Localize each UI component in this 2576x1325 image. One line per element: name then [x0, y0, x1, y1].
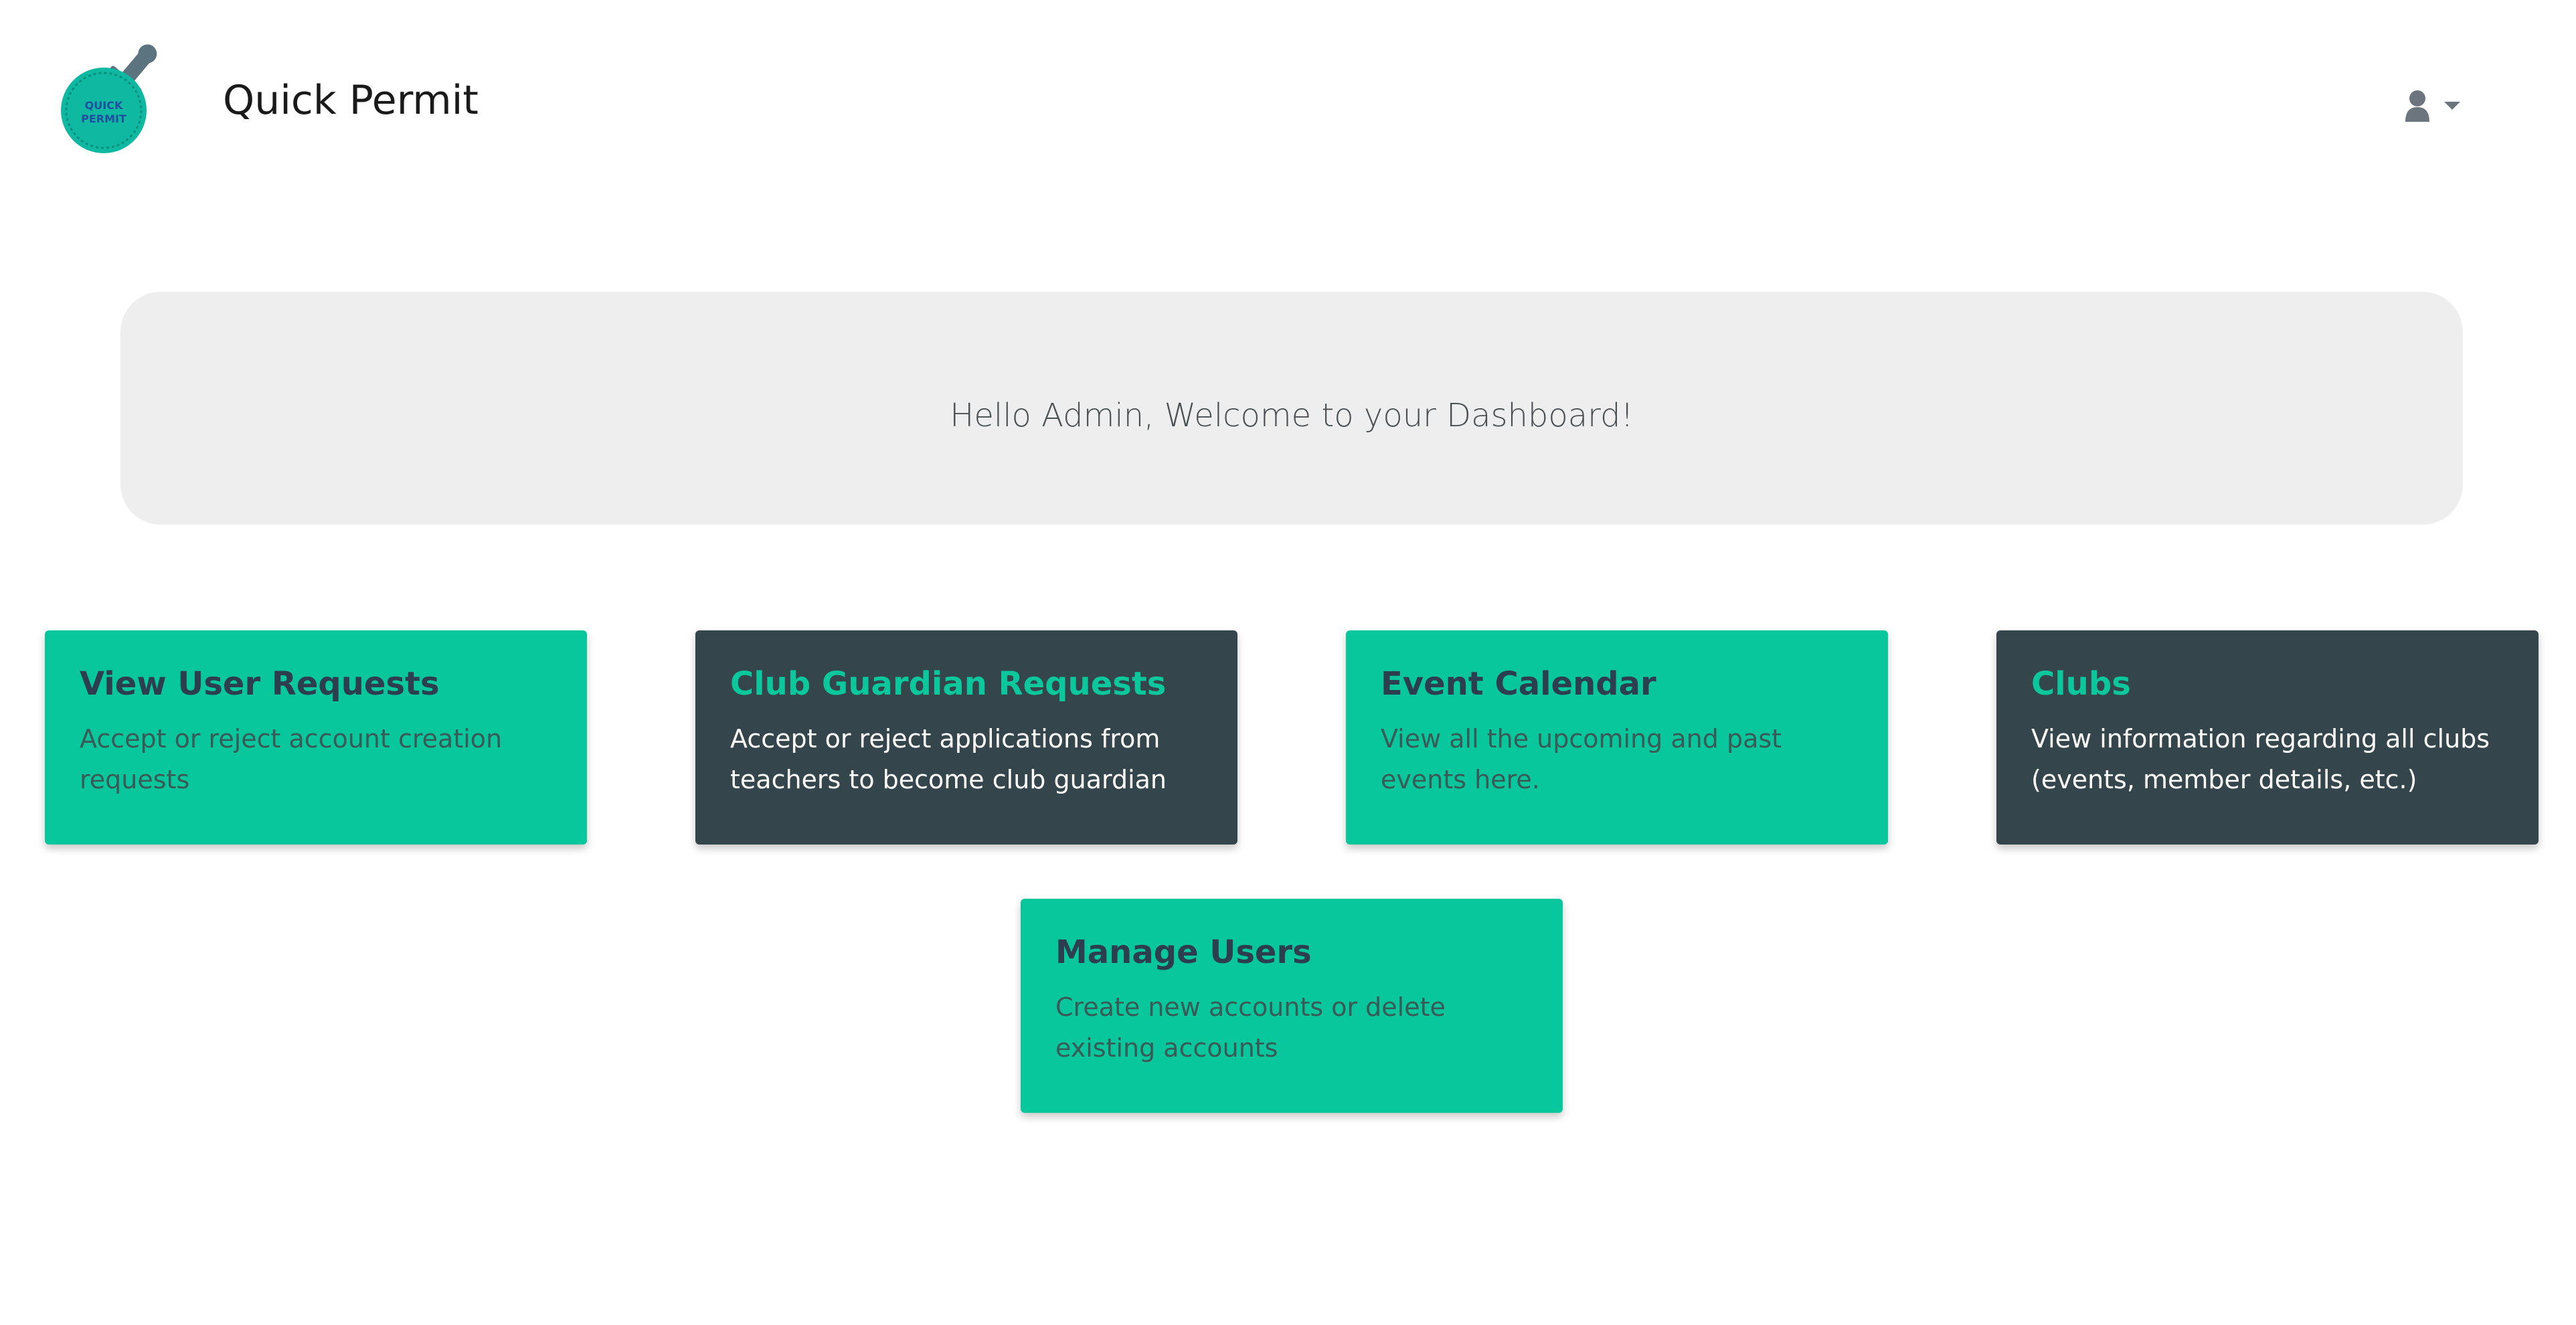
user-icon [2405, 90, 2429, 122]
card-description: Accept or reject account creation reques… [80, 724, 503, 794]
brand-title[interactable]: Quick Permit [223, 74, 479, 127]
quick-permit-logo[interactable]: QUICK PERMIT [54, 37, 174, 157]
svg-text:PERMIT: PERMIT [81, 112, 126, 125]
card-title: Manage Users [1055, 934, 1312, 971]
card-description: View all the upcoming and past events he… [1381, 724, 1782, 794]
card-description: Create new accounts or delete existing a… [1055, 992, 1446, 1063]
manage-users-card[interactable]: Manage Users Create new accounts or dele… [1021, 899, 1563, 1113]
svg-text:QUICK: QUICK [85, 99, 123, 112]
card-title: Club Guardian Requests [730, 665, 1167, 703]
welcome-message: Hello Admin, Welcome to your Dashboard! [950, 397, 1634, 434]
clubs-card[interactable]: Clubs View information regarding all clu… [1996, 630, 2539, 845]
welcome-panel: Hello Admin, Welcome to your Dashboard! [120, 292, 2463, 525]
card-description: View information regarding all clubs (ev… [2031, 724, 2490, 794]
card-title: View User Requests [80, 665, 440, 703]
card-title: Clubs [2031, 665, 2131, 703]
caret-down-icon [2444, 102, 2460, 110]
event-calendar-card[interactable]: Event Calendar View all the upcoming and… [1346, 630, 1888, 845]
navbar: QUICK PERMIT Quick Permit [0, 0, 2576, 201]
card-title: Event Calendar [1381, 665, 1656, 703]
club-guardian-requests-card[interactable]: Club Guardian Requests Accept or reject … [695, 630, 1237, 845]
view-user-requests-card[interactable]: View User Requests Accept or reject acco… [45, 630, 587, 845]
card-description: Accept or reject applications from teach… [730, 724, 1167, 794]
user-menu-dropdown[interactable] [2403, 87, 2476, 127]
